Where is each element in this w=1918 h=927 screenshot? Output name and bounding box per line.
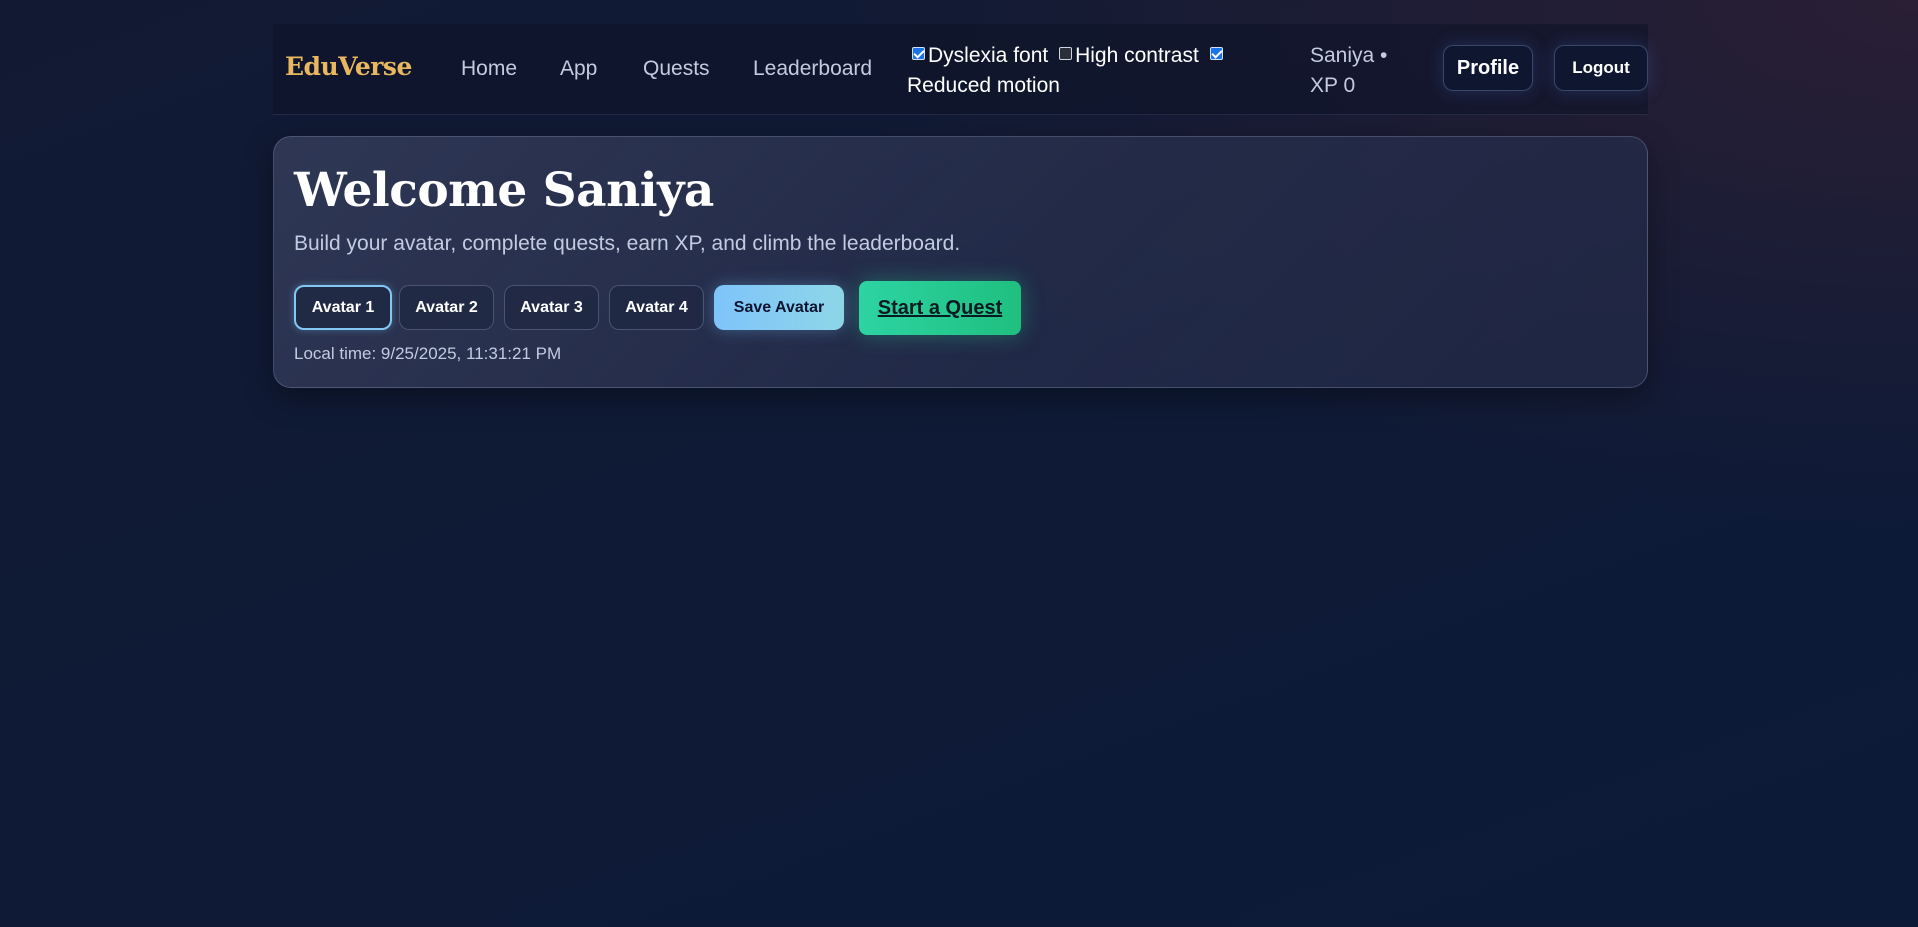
user-info: Saniya • XP 0 — [1310, 41, 1410, 101]
nav-link-home[interactable]: Home — [461, 57, 517, 81]
nav-link-quests[interactable]: Quests — [643, 57, 710, 81]
save-avatar-button[interactable]: Save Avatar — [714, 285, 844, 330]
dyslexia-font-checkbox[interactable] — [912, 47, 925, 60]
user-xp: XP 0 — [1310, 74, 1356, 97]
profile-button[interactable]: Profile — [1443, 45, 1533, 91]
avatar-1-button[interactable]: Avatar 1 — [294, 285, 392, 330]
page-title: Welcome Saniya — [294, 163, 714, 218]
app-container: EduVerse Home App Quests Leaderboard Dys… — [273, 24, 1648, 388]
reduced-motion-label: Reduced motion — [907, 74, 1060, 97]
high-contrast-label: High contrast — [1075, 44, 1199, 67]
avatar-4-button[interactable]: Avatar 4 — [609, 285, 704, 330]
dyslexia-font-label: Dyslexia font — [928, 44, 1049, 67]
avatar-3-button[interactable]: Avatar 3 — [504, 285, 599, 330]
accessibility-toggles: Dyslexia font High contrast Reduced moti… — [907, 41, 1247, 101]
top-navbar: EduVerse Home App Quests Leaderboard Dys… — [273, 24, 1648, 115]
user-name: Saniya • — [1310, 44, 1388, 67]
logout-button[interactable]: Logout — [1554, 45, 1648, 91]
nav-link-leaderboard[interactable]: Leaderboard — [753, 57, 872, 81]
toggle-high-contrast[interactable]: High contrast — [1054, 44, 1199, 67]
high-contrast-checkbox[interactable] — [1059, 47, 1073, 60]
welcome-card: Welcome Saniya Build your avatar, comple… — [273, 136, 1648, 388]
toggle-dyslexia-font[interactable]: Dyslexia font — [907, 44, 1048, 67]
start-quest-button[interactable]: Start a Quest — [859, 281, 1021, 335]
avatar-2-button[interactable]: Avatar 2 — [399, 285, 494, 330]
welcome-subtitle: Build your avatar, complete quests, earn… — [294, 232, 961, 255]
nav-link-app[interactable]: App — [560, 57, 597, 81]
local-time: Local time: 9/25/2025, 11:31:21 PM — [294, 344, 562, 363]
brand-logo[interactable]: EduVerse — [285, 52, 412, 81]
reduced-motion-checkbox[interactable] — [1209, 47, 1223, 60]
